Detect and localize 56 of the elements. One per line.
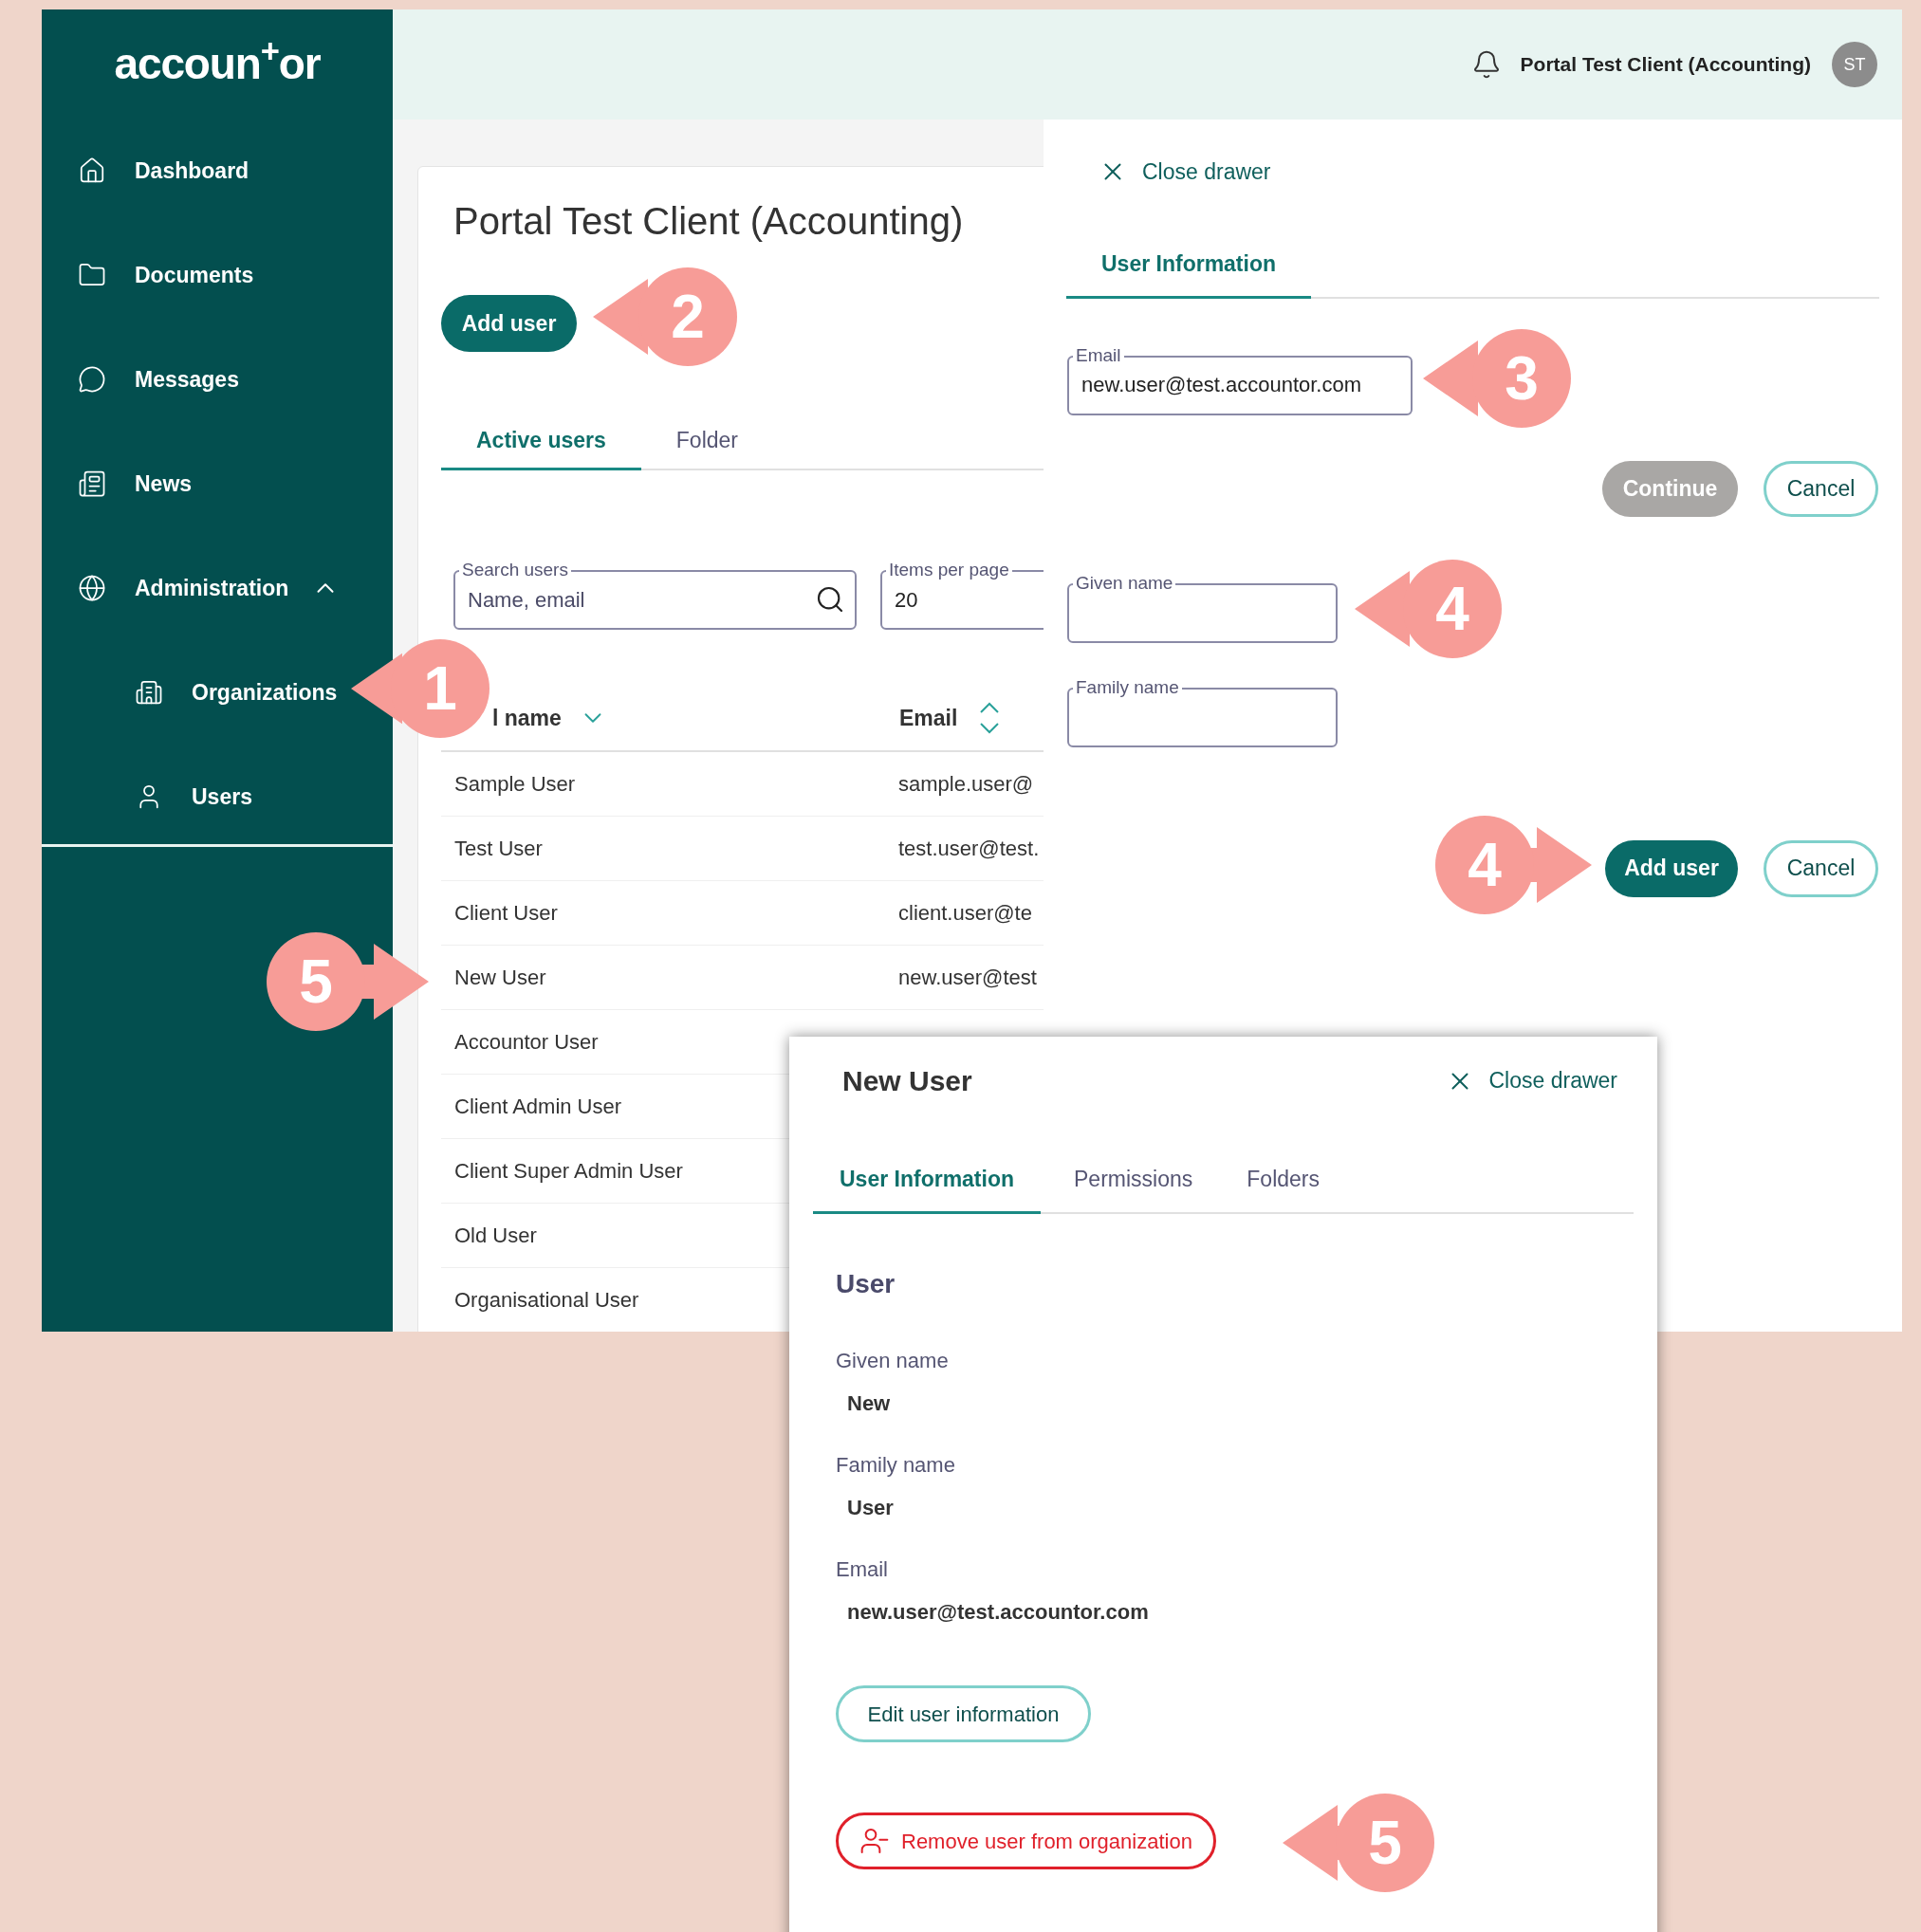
- field-value: new.user@test.accountor.com: [847, 1600, 1149, 1625]
- tab[interactable]: User Information: [1066, 231, 1312, 299]
- table-cell-text: test.user@test.: [898, 836, 1040, 862]
- tab[interactable]: Folder: [640, 414, 773, 470]
- sidebar-item[interactable]: Documents: [42, 223, 393, 327]
- tab[interactable]: Folders: [1226, 1148, 1340, 1214]
- field-value: User: [847, 1496, 894, 1520]
- search-icon[interactable]: [815, 584, 845, 615]
- drawer-title: New User: [842, 1064, 972, 1098]
- table-cell-text: Old User: [454, 1223, 537, 1249]
- client-name[interactable]: Portal Test Client (Accounting): [1520, 49, 1811, 80]
- add-user-button[interactable]: Add user: [441, 295, 577, 352]
- sort-icon[interactable]: [978, 700, 1002, 736]
- tab[interactable]: Active users: [441, 414, 641, 470]
- nav-icon: [78, 574, 106, 602]
- table-cell-text: sample.user@: [898, 771, 1034, 798]
- close-drawer-button[interactable]: Close drawer: [1445, 1064, 1617, 1097]
- add-user-button[interactable]: Add user: [1605, 839, 1738, 897]
- cancel-button[interactable]: Cancel: [1764, 460, 1878, 517]
- table-cell-text: Client User: [454, 900, 558, 927]
- nav-icon: [135, 678, 163, 707]
- nav-icon: [78, 156, 106, 185]
- sidebar-subitem[interactable]: Users: [135, 780, 252, 814]
- table-cell-text: client.user@te: [898, 900, 1032, 927]
- field-value: New: [847, 1391, 891, 1416]
- table-cell-text: Sample User: [454, 771, 576, 798]
- page-title: Portal Test Client (Accounting): [453, 199, 965, 244]
- nav-icon: [78, 469, 106, 498]
- nav-icon: [78, 365, 106, 394]
- table-cell-text: new.user@test: [898, 965, 1037, 991]
- field-label: Email: [836, 1557, 888, 1582]
- sidebar-item[interactable]: Messages: [42, 327, 393, 432]
- table-cell-text: Accountor User: [454, 1029, 599, 1056]
- sidebar-subitem[interactable]: Organizations: [135, 675, 338, 709]
- tab[interactable]: Permissions: [1053, 1148, 1214, 1214]
- table-cell-text: Test User: [454, 836, 543, 862]
- sidebar-item[interactable]: Dashboard: [42, 119, 393, 223]
- field-label: Family name: [836, 1453, 955, 1478]
- section-heading: User: [836, 1268, 896, 1300]
- close-drawer-button[interactable]: Close drawer: [1099, 156, 1271, 189]
- sidebar-item[interactable]: News: [42, 432, 393, 536]
- cancel-button[interactable]: Cancel: [1764, 839, 1878, 897]
- logo[interactable]: accoun$^{+}$or: [114, 31, 321, 97]
- table-cell-text: Client Admin User: [454, 1094, 622, 1120]
- sidebar-item[interactable]: Administration: [42, 536, 393, 640]
- remove-user-button[interactable]: Remove user from organization: [836, 1812, 1216, 1869]
- field-label: Items per page: [886, 561, 1012, 580]
- field-label: Given name: [836, 1349, 949, 1373]
- column-header[interactable]: l name: [492, 701, 562, 735]
- tab[interactable]: User Information: [813, 1148, 1042, 1214]
- table-cell-text: Client Super Admin User: [454, 1158, 683, 1185]
- table-cell-text: New User: [454, 965, 546, 991]
- column-header[interactable]: Email: [899, 701, 958, 735]
- table-cell-text: Organisational User: [454, 1287, 639, 1314]
- user-minus-icon: [859, 1826, 890, 1856]
- edit-user-button[interactable]: Edit user information: [836, 1685, 1091, 1742]
